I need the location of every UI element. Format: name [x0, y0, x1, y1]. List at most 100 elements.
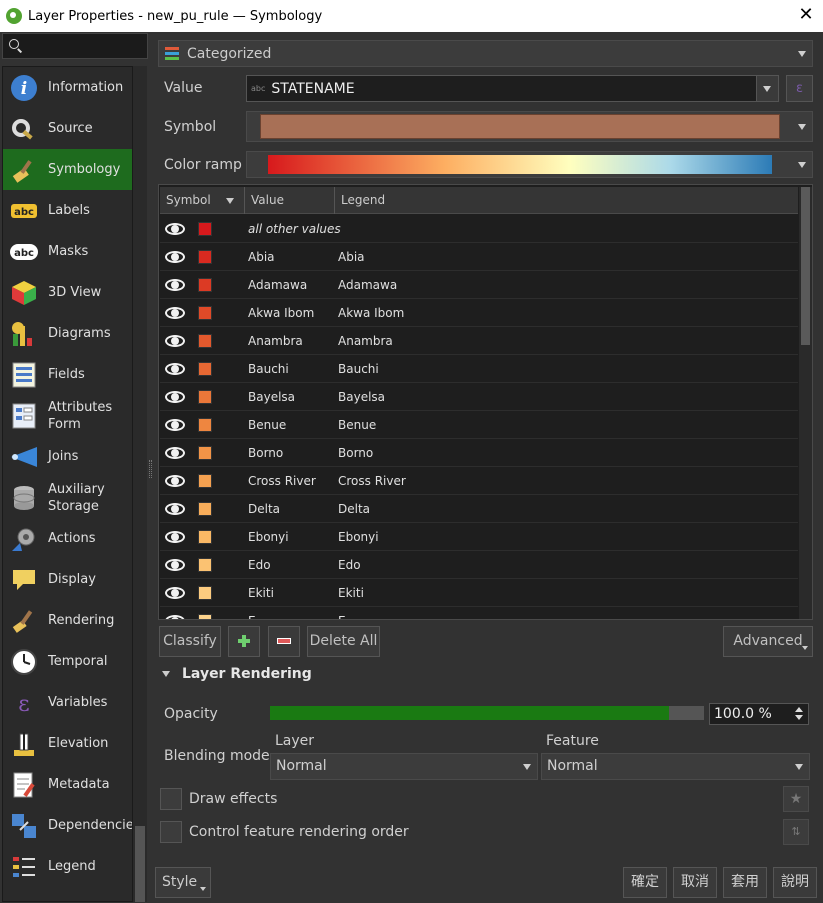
sidebar-item-variables[interactable]: ε Variables: [3, 682, 132, 723]
category-symbol-swatch[interactable]: [198, 445, 212, 460]
table-row[interactable]: Ebonyi Ebonyi: [160, 523, 798, 551]
sidebar-item-auxiliary-storage[interactable]: Auxiliary Storage: [3, 477, 132, 518]
category-symbol-swatch[interactable]: [198, 473, 212, 488]
category-symbol-swatch[interactable]: [198, 389, 212, 404]
star-icon[interactable]: ★: [783, 786, 809, 812]
symbol-button[interactable]: [246, 111, 813, 142]
table-row[interactable]: Benue Benue: [160, 411, 798, 439]
category-symbol-swatch[interactable]: [198, 333, 212, 348]
table-row[interactable]: Cross River Cross River: [160, 467, 798, 495]
sidebar-item-dependencies[interactable]: Dependencies: [3, 805, 132, 846]
table-row[interactable]: Bauchi Bauchi: [160, 355, 798, 383]
apply-button[interactable]: 套用: [723, 867, 767, 898]
visibility-eye-icon[interactable]: [164, 418, 188, 432]
visibility-eye-icon[interactable]: [164, 306, 188, 320]
header-legend[interactable]: Legend: [335, 187, 798, 214]
category-symbol-swatch[interactable]: [198, 501, 212, 516]
table-row[interactable]: Bayelsa Bayelsa: [160, 383, 798, 411]
help-button[interactable]: 說明: [773, 867, 817, 898]
sidebar-item-joins[interactable]: Joins: [3, 436, 132, 477]
advanced-button[interactable]: Advanced: [723, 626, 813, 657]
visibility-eye-icon[interactable]: [164, 530, 188, 544]
visibility-eye-icon[interactable]: [164, 586, 188, 600]
category-symbol-swatch[interactable]: [198, 361, 212, 376]
value-dropdown-button[interactable]: [756, 76, 778, 101]
table-scrollbar[interactable]: [799, 187, 812, 619]
cancel-button[interactable]: 取消: [673, 867, 717, 898]
sidebar-item-information[interactable]: i Information: [3, 67, 132, 108]
visibility-eye-icon[interactable]: [164, 446, 188, 460]
category-symbol-swatch[interactable]: [198, 277, 212, 292]
remove-category-button[interactable]: [268, 626, 300, 657]
sidebar-scrollbar[interactable]: [133, 66, 147, 902]
table-row[interactable]: Adamawa Adamawa: [160, 271, 798, 299]
category-symbol-swatch[interactable]: [198, 585, 212, 600]
visibility-eye-icon[interactable]: [164, 474, 188, 488]
opacity-spinbox[interactable]: 100.0 %: [709, 703, 809, 725]
table-row[interactable]: Anambra Anambra: [160, 327, 798, 355]
sidebar-item-display[interactable]: Display: [3, 559, 132, 600]
sidebar-item-masks[interactable]: abc Masks: [3, 231, 132, 272]
sidebar-item-temporal[interactable]: Temporal: [3, 641, 132, 682]
visibility-eye-icon[interactable]: [164, 222, 188, 236]
opacity-slider[interactable]: [270, 706, 704, 720]
sidebar-item-source[interactable]: Source: [3, 108, 132, 149]
table-row[interactable]: E... E...: [160, 607, 798, 619]
table-row[interactable]: Abia Abia: [160, 243, 798, 271]
visibility-eye-icon[interactable]: [164, 614, 188, 619]
sidebar-item-attributes-form[interactable]: Attributes Form: [3, 395, 132, 436]
layer-blend-select[interactable]: Normal: [270, 753, 538, 780]
spin-arrows-icon[interactable]: [790, 704, 808, 724]
visibility-eye-icon[interactable]: [164, 362, 188, 376]
add-category-button[interactable]: [228, 626, 260, 657]
header-value[interactable]: Value: [245, 187, 335, 214]
category-symbol-swatch[interactable]: [198, 529, 212, 544]
header-symbol[interactable]: Symbol: [160, 187, 245, 214]
sidebar-item-actions[interactable]: Actions: [3, 518, 132, 559]
category-symbol-swatch[interactable]: [198, 221, 212, 236]
classify-button[interactable]: Classify: [159, 626, 221, 657]
ok-button[interactable]: 確定: [623, 867, 667, 898]
search-input[interactable]: [31, 38, 131, 54]
color-ramp-select[interactable]: [246, 151, 813, 178]
delete-all-button[interactable]: Delete All: [307, 626, 380, 657]
category-symbol-swatch[interactable]: [198, 417, 212, 432]
visibility-eye-icon[interactable]: [164, 502, 188, 516]
layer-rendering-header[interactable]: Layer Rendering: [160, 666, 312, 682]
sidebar-item-labels[interactable]: abc Labels: [3, 190, 132, 231]
visibility-eye-icon[interactable]: [164, 250, 188, 264]
value-field-select[interactable]: abc STATENAME: [246, 75, 779, 102]
table-row[interactable]: Akwa Ibom Akwa Ibom: [160, 299, 798, 327]
category-symbol-swatch[interactable]: [198, 249, 212, 264]
table-row[interactable]: Delta Delta: [160, 495, 798, 523]
category-symbol-swatch[interactable]: [198, 613, 212, 619]
category-symbol-swatch[interactable]: [198, 557, 212, 572]
sidebar-item-legend[interactable]: Legend: [3, 846, 132, 887]
visibility-eye-icon[interactable]: [164, 558, 188, 572]
style-button[interactable]: Style: [155, 867, 211, 898]
visibility-eye-icon[interactable]: [164, 278, 188, 292]
visibility-eye-icon[interactable]: [164, 334, 188, 348]
sidebar-item-diagrams[interactable]: Diagrams: [3, 313, 132, 354]
table-row[interactable]: Edo Edo: [160, 551, 798, 579]
category-symbol-swatch[interactable]: [198, 305, 212, 320]
sidebar-item-metadata[interactable]: Metadata: [3, 764, 132, 805]
sort-order-icon[interactable]: ⇅: [783, 819, 809, 845]
sidebar-item-3d-view[interactable]: 3D View: [3, 272, 132, 313]
splitter-handle[interactable]: [149, 460, 152, 478]
table-row[interactable]: all other values: [160, 215, 798, 243]
control-order-checkbox[interactable]: [160, 821, 182, 843]
sidebar-search[interactable]: [2, 33, 148, 59]
visibility-eye-icon[interactable]: [164, 390, 188, 404]
feature-blend-select[interactable]: Normal: [541, 753, 810, 780]
table-row[interactable]: Ekiti Ekiti: [160, 579, 798, 607]
close-icon[interactable]: ✕: [797, 6, 815, 24]
table-row[interactable]: Borno Borno: [160, 439, 798, 467]
draw-effects-checkbox[interactable]: [160, 788, 182, 810]
sidebar-item-symbology[interactable]: Symbology: [3, 149, 132, 190]
sidebar-item-rendering[interactable]: Rendering: [3, 600, 132, 641]
sidebar-item-fields[interactable]: Fields: [3, 354, 132, 395]
renderer-select[interactable]: Categorized: [158, 40, 813, 67]
expression-button[interactable]: ε: [786, 75, 813, 102]
sidebar-item-elevation[interactable]: Elevation: [3, 723, 132, 764]
